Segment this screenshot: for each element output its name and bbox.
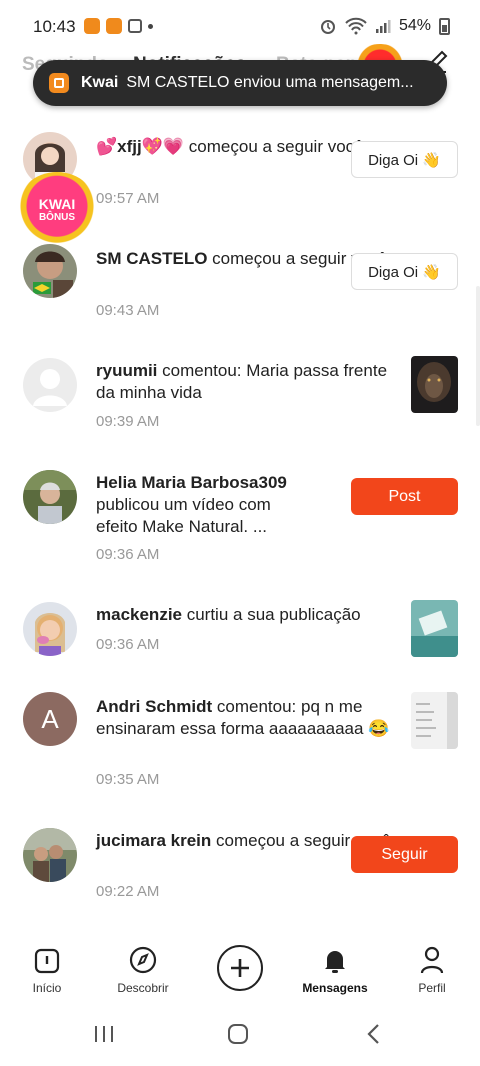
nav-home[interactable]: Início	[2, 945, 92, 995]
status-left-icons	[84, 18, 153, 34]
profile-icon	[420, 946, 444, 974]
home-system-icon[interactable]	[226, 1022, 250, 1046]
nav-home-label: Início	[32, 981, 62, 995]
kwai-bonus-title: KWAI	[38, 196, 76, 212]
toast-app-name: Kwai	[81, 74, 119, 91]
notification-text: mackenzie curtiu a sua publicação	[96, 605, 361, 624]
nav-profile-label: Perfil	[418, 981, 446, 995]
avatar[interactable]	[23, 828, 77, 882]
avatar[interactable]: A	[23, 692, 77, 746]
system-navigation-bar	[0, 1008, 480, 1066]
alarm-icon	[320, 20, 335, 34]
home-icon	[34, 948, 60, 974]
recent-apps-icon[interactable]	[92, 1022, 116, 1046]
notification-user[interactable]: SM CASTELO	[96, 249, 207, 268]
video-thumbnail[interactable]	[411, 600, 458, 657]
follow-button[interactable]: Seguir	[351, 836, 458, 873]
notification-time: 09:35 AM	[96, 771, 160, 788]
notification-time: 09:36 AM	[96, 546, 160, 563]
kwai-app-icon	[49, 73, 69, 93]
create-button[interactable]	[217, 945, 263, 991]
avatar[interactable]	[23, 358, 77, 412]
kwai-notification-icon	[84, 18, 100, 34]
notification-user[interactable]: 💕xfjj💖💗	[96, 137, 184, 156]
notification-text: Helia Maria Barbosa309 publicou um vídeo…	[96, 473, 287, 536]
notification-text: Andri Schmidt comentou: pq n me ensinara…	[96, 697, 390, 738]
notification-user[interactable]: Helia Maria Barbosa309	[96, 473, 287, 492]
notification-time: 09:36 AM	[96, 636, 160, 653]
avatar[interactable]	[23, 470, 77, 524]
avatar[interactable]	[23, 602, 77, 656]
bell-icon	[325, 951, 345, 973]
push-notification-toast[interactable]: Kwai SM CASTELO enviou uma mensagem...	[33, 60, 447, 106]
video-thumbnail[interactable]	[411, 692, 458, 749]
post-button[interactable]: Post	[351, 478, 458, 515]
kwai-bonus-subtitle: BÔNUS	[38, 212, 76, 223]
notification-time: 09:57 AM	[96, 190, 160, 207]
compass-icon	[129, 946, 157, 974]
nav-discover[interactable]: Descobrir	[98, 945, 188, 995]
notification-time: 09:39 AM	[96, 413, 160, 430]
say-hi-button[interactable]: Diga Oi 👋	[351, 253, 458, 290]
plus-icon	[231, 959, 249, 977]
screenshot-icon	[128, 19, 142, 33]
avatar[interactable]	[23, 244, 77, 298]
notification-user[interactable]: jucimara krein	[96, 831, 211, 850]
notification-text: ryuumii comentou: Maria passa frente da …	[96, 361, 388, 402]
nav-messages[interactable]: Mensagens	[290, 945, 380, 995]
wifi-icon	[345, 17, 367, 35]
nav-profile[interactable]: Perfil	[387, 945, 477, 995]
more-notifications-dot-icon	[148, 23, 153, 29]
notification-user[interactable]: Andri Schmidt	[96, 697, 212, 716]
status-right: 54%	[319, 17, 450, 35]
status-time: 10:43	[33, 17, 76, 36]
kwai-notification-icon-2	[106, 18, 122, 34]
battery-percent: 54%	[398, 17, 431, 34]
back-icon[interactable]	[362, 1022, 386, 1046]
toast-message: SM CASTELO enviou uma mensagem...	[126, 74, 414, 91]
battery-icon	[439, 17, 450, 35]
say-hi-button[interactable]: Diga Oi 👋	[351, 141, 458, 178]
scroll-indicator	[476, 286, 480, 426]
nav-messages-label: Mensagens	[302, 981, 368, 995]
notification-user[interactable]: mackenzie	[96, 605, 182, 624]
notification-user[interactable]: ryuumii	[96, 361, 157, 380]
notification-time: 09:22 AM	[96, 883, 160, 900]
bottom-navigation: Início Descobrir Mensagens Perfil	[0, 935, 480, 1005]
notification-time: 09:43 AM	[96, 302, 160, 319]
kwai-bonus-widget[interactable]: KWAI BÔNUS	[16, 172, 98, 248]
nav-discover-label: Descobrir	[117, 981, 169, 995]
signal-icon	[375, 20, 391, 33]
video-thumbnail[interactable]	[411, 356, 458, 413]
